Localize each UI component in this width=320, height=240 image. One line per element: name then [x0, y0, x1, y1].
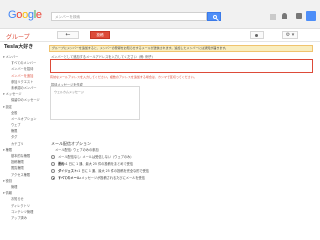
sidebar-nav: ▾ メンバー すべてのメンバー メンバーを招待 メンバーを追加 参加リクエスト 未承認のメ…	[0, 54, 46, 221]
address-error-text: 有効なメールアドレスを入力してください。複数のアドレスを追加する場合は、カンマで…	[50, 75, 197, 79]
radio-button[interactable]	[51, 162, 55, 166]
back-button[interactable]: ←	[57, 31, 79, 39]
person-add-button[interactable]	[250, 31, 264, 39]
option-description: 1 日に 1 通、最大 25 件の投稿を完全な形で受信	[78, 169, 149, 173]
avatar[interactable]	[306, 11, 316, 21]
option-description: 1 日に 1 通、最大 25 件の投稿をまとめて受信	[65, 162, 134, 166]
groups-brand[interactable]: グループ	[6, 32, 30, 41]
search-button[interactable]	[207, 12, 221, 21]
info-notice: グループにメンバーを追加すると、メンバーの登録をお知らせするメールが送信されます…	[49, 45, 313, 52]
option-name: すべてのメール:	[58, 176, 82, 180]
invitation-message-textarea[interactable]: ウェルカムメッセージ	[50, 86, 140, 120]
delivery-option-row[interactable]: ダイジェスト:1 日に 1 通、最大 25 件の投稿を完全な形で受信	[51, 168, 149, 174]
post-button[interactable]: 投稿	[90, 31, 110, 39]
apps-grid-icon[interactable]	[270, 14, 276, 20]
member-search-input[interactable]: メンバーを検索	[51, 12, 207, 21]
option-description: メッセージが投稿されるたびにメールを受信	[81, 176, 145, 180]
notifications-icon[interactable]	[282, 13, 287, 19]
option-description: メール配信なし: メールは受信しない（ウェブのみ）	[58, 155, 134, 159]
group-title[interactable]: Tesla大好き	[4, 43, 33, 50]
radio-button[interactable]	[51, 169, 55, 173]
email-addresses-field[interactable]	[50, 59, 313, 73]
sidebar: Tesla大好き ▾ メンバー すべてのメンバー メンバーを招待 メンバーを追加 参加リ…	[0, 42, 46, 240]
main-content: グループにメンバーを追加すると、メンバーの登録をお知らせするメールが送信されます…	[49, 42, 320, 240]
option-name: ダイジェスト:	[58, 169, 79, 173]
person-icon	[255, 33, 258, 37]
top-bar: Google メンバーを検索	[0, 0, 320, 29]
settings-button[interactable]: ⚙ ▾	[282, 31, 298, 39]
delivery-options-subtitle: メール配信: ウェブのみの参加	[55, 148, 99, 152]
delivery-option-row[interactable]: すべてのメール:メッセージが投稿されるたびにメールを受信	[51, 175, 145, 181]
group-toolbar: グループ ← 投稿 ⚙ ▾	[0, 29, 320, 42]
google-logo[interactable]: Google	[8, 9, 42, 21]
radio-button[interactable]	[51, 155, 55, 159]
sidebar-item[interactable]: アップ済み	[0, 215, 46, 221]
delivery-option-row[interactable]: メール配信なし: メールは受信しない（ウェブのみ）	[51, 154, 133, 160]
share-icon[interactable]	[296, 13, 302, 19]
option-name: 要約:	[58, 162, 66, 166]
radio-button[interactable]	[51, 176, 55, 180]
delivery-option-row[interactable]: 要約:1 日に 1 通、最大 25 件の投稿をまとめて受信	[51, 161, 133, 167]
